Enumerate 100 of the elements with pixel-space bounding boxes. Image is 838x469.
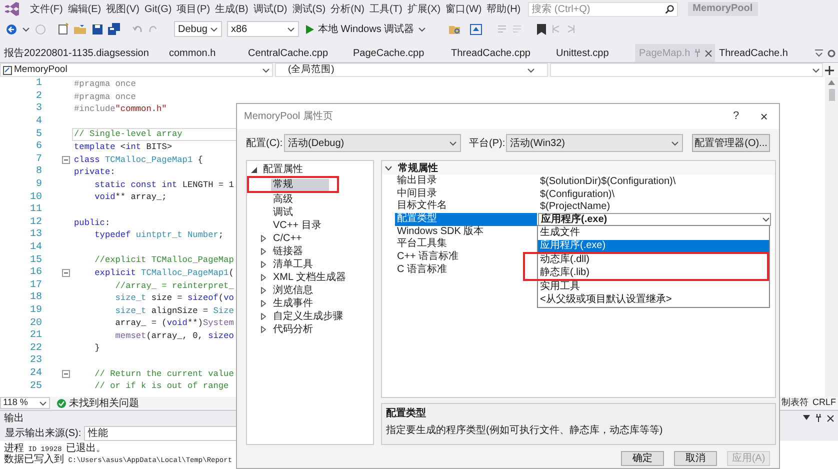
menu-item[interactable]: 帮助(H) xyxy=(486,2,521,16)
file-tab[interactable]: ThreadCache.h xyxy=(715,44,810,62)
split-icon[interactable] xyxy=(825,66,834,74)
collapsed-arrow-icon[interactable] xyxy=(261,261,266,268)
menu-item[interactable]: 编辑(E) xyxy=(68,2,102,16)
platform-dropdown[interactable]: 活动(Win32) xyxy=(506,134,683,152)
dropdown-option[interactable]: 应用程序(.exe) xyxy=(538,240,769,252)
tab-list-icon[interactable] xyxy=(815,49,823,57)
folder-icon[interactable] xyxy=(74,24,87,34)
close-button[interactable]: × xyxy=(756,106,772,126)
menu-item[interactable]: 调试(D) xyxy=(253,2,288,16)
collapsed-arrow-icon[interactable] xyxy=(261,274,266,281)
help-button[interactable]: ? xyxy=(728,108,744,125)
collapse-icon[interactable] xyxy=(62,370,70,378)
file-tab[interactable]: Unittest.cpp xyxy=(552,44,635,62)
menu-item[interactable]: 扩展(X) xyxy=(407,2,441,16)
property-name[interactable]: 中间目录 xyxy=(395,188,439,200)
menu-item[interactable]: Git(G) xyxy=(144,2,172,16)
property-name[interactable]: 目标文件名 xyxy=(395,200,449,214)
bookmark-icon[interactable] xyxy=(537,24,546,34)
tree-item[interactable]: 配置属性 xyxy=(261,164,305,176)
chevron-down-icon[interactable] xyxy=(385,166,392,170)
collapsed-arrow-icon[interactable] xyxy=(261,326,266,333)
collapse-icon[interactable] xyxy=(62,156,70,164)
collapsed-arrow-icon[interactable] xyxy=(261,248,266,255)
menu-item[interactable]: 生成(B) xyxy=(215,2,248,16)
property-name[interactable]: Windows SDK 版本 xyxy=(395,226,486,238)
tree-item[interactable]: C/C++ xyxy=(271,232,304,244)
tree-item[interactable]: VC++ 目录 xyxy=(271,220,324,232)
dropdown-option[interactable]: <从父级或项目默认设置继承> xyxy=(538,294,769,306)
expanded-arrow-icon[interactable] xyxy=(251,166,257,172)
tree-item[interactable]: 生成事件 xyxy=(271,298,315,310)
tree-item[interactable]: 常规 xyxy=(271,178,329,190)
tree-item[interactable]: 代码分析 xyxy=(271,324,315,336)
pin-icon[interactable] xyxy=(815,414,822,422)
menu-item[interactable]: 文件(F) xyxy=(30,2,63,16)
line-ending-status[interactable]: CRLF xyxy=(812,396,836,410)
menu-item[interactable]: 工具(T) xyxy=(370,2,402,16)
collapsed-arrow-icon[interactable] xyxy=(261,287,266,294)
menu-item[interactable]: 窗口(W) xyxy=(446,2,482,16)
tree-item[interactable]: 调试 xyxy=(271,206,295,218)
property-name[interactable]: 平台工具集 xyxy=(395,238,449,252)
collapsed-arrow-icon[interactable] xyxy=(261,300,266,307)
file-tab[interactable]: PageCache.cpp xyxy=(349,44,447,62)
zoom-dropdown[interactable]: 118 % xyxy=(0,397,50,409)
dialog-button[interactable]: 取消 xyxy=(674,451,717,466)
dropdown-option[interactable]: 静态库(.lib) xyxy=(525,266,767,279)
save-icon[interactable] xyxy=(92,24,103,34)
configuration-manager-button[interactable]: 配置管理器(O)... xyxy=(692,134,770,152)
dropdown-option[interactable]: 动态库(.dll) xyxy=(525,254,767,266)
folder-search-icon[interactable] xyxy=(449,24,462,34)
file-tab[interactable]: ThreadCache.cpp xyxy=(447,44,552,62)
scope-dropdown[interactable]: (全局范围) xyxy=(275,63,548,77)
scroll-thumb[interactable] xyxy=(828,89,834,101)
project-dropdown[interactable]: MemoryPool xyxy=(0,63,273,77)
configuration-dropdown[interactable]: Debug xyxy=(174,21,222,37)
line-number: 11 xyxy=(28,204,42,216)
close-icon[interactable] xyxy=(705,50,712,56)
tree-item[interactable]: 清单工具 xyxy=(271,258,315,270)
dialog-button[interactable]: 确定 xyxy=(621,451,664,466)
dropdown-option[interactable]: 实用工具 xyxy=(538,281,769,294)
file-tab[interactable]: common.h xyxy=(165,44,244,62)
tree-item[interactable]: 浏览信息 xyxy=(271,284,315,296)
new-file-icon[interactable] xyxy=(57,23,69,35)
window-icon[interactable] xyxy=(470,24,482,34)
back-icon[interactable] xyxy=(6,24,17,34)
search-field[interactable]: 搜索 (Ctrl+Q) xyxy=(528,2,678,16)
dropdown-icon[interactable] xyxy=(803,415,810,421)
property-name[interactable]: C 语言标准 xyxy=(395,264,449,276)
indent-status[interactable]: 制表符 xyxy=(781,396,808,410)
tree-item[interactable]: 自定义生成步骤 xyxy=(271,310,345,322)
file-tab[interactable]: CentralCache.cpp xyxy=(244,44,349,62)
vertical-scrollbar[interactable] xyxy=(825,77,838,397)
property-name[interactable]: 输出目录 xyxy=(395,175,439,188)
collapsed-arrow-icon[interactable] xyxy=(261,313,266,320)
platform-dropdown[interactable]: x86 xyxy=(227,21,299,37)
save-all-icon[interactable] xyxy=(108,23,121,35)
run-button[interactable]: 本地 Windows 调试器 xyxy=(304,21,428,37)
caret-icon xyxy=(262,66,270,74)
property-name[interactable]: 配置类型 xyxy=(395,213,537,226)
settings-icon[interactable] xyxy=(827,48,836,58)
collapse-icon[interactable] xyxy=(62,269,70,278)
tree-item[interactable]: XML 文档生成器 xyxy=(271,272,348,284)
close-icon[interactable] xyxy=(827,414,834,422)
issues-status[interactable]: 未找到相关问题 xyxy=(69,396,139,410)
menu-item[interactable]: 分析(N) xyxy=(330,2,364,16)
configuration-dropdown[interactable]: 活动(Debug) xyxy=(284,134,461,152)
menu-item[interactable]: 项目(P) xyxy=(176,2,210,16)
tree-item[interactable]: 链接器 xyxy=(271,246,305,258)
tree-item[interactable]: 高级 xyxy=(271,194,295,206)
pin-icon xyxy=(694,49,702,57)
menu-item[interactable]: 视图(V) xyxy=(106,2,140,16)
line-number: 14 xyxy=(28,242,42,254)
dropdown-option[interactable]: 生成文件 xyxy=(538,227,769,240)
scroll-up-icon xyxy=(828,80,835,85)
file-tab[interactable]: 报告20220801-1135.diagsession xyxy=(0,44,165,62)
code-line: size_t alignSize = Size xyxy=(114,304,235,318)
collapsed-arrow-icon[interactable] xyxy=(261,235,266,242)
menu-item[interactable]: 测试(S) xyxy=(292,2,326,16)
property-name[interactable]: C++ 语言标准 xyxy=(395,251,461,264)
